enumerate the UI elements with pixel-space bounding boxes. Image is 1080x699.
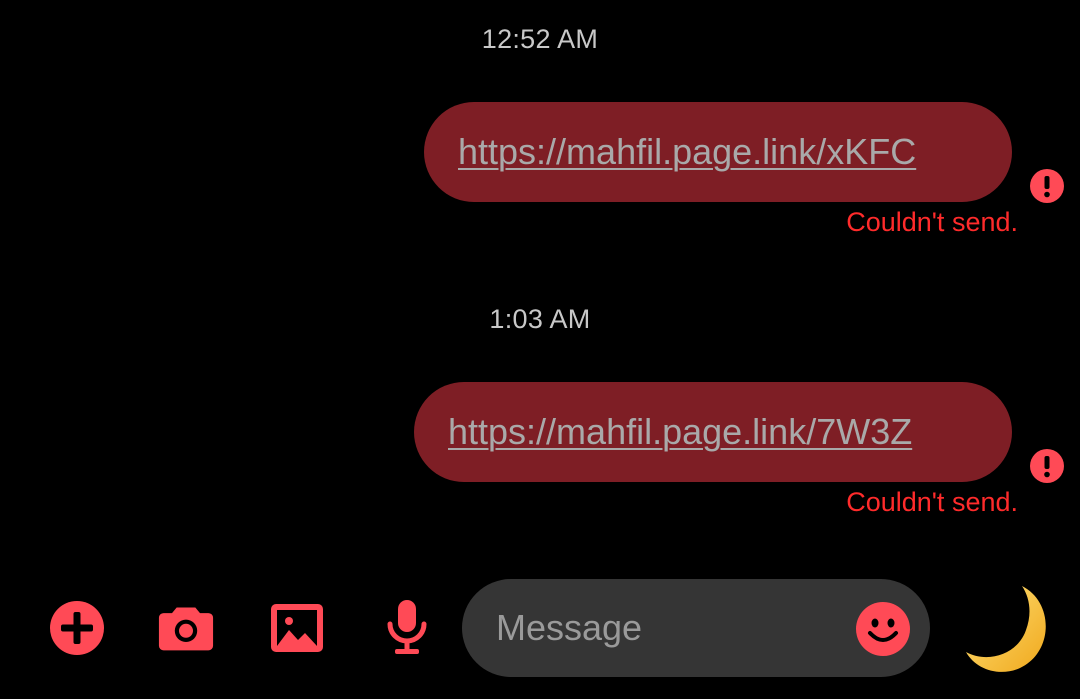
microphone-icon <box>387 600 427 654</box>
add-button[interactable] <box>49 600 105 656</box>
gallery-icon <box>271 604 323 652</box>
camera-button[interactable] <box>158 600 214 656</box>
error-exclamation-icon[interactable] <box>1030 169 1064 203</box>
send-failed-status: Couldn't send. <box>846 207 1018 237</box>
send-failed-status: Couldn't send. <box>846 487 1018 517</box>
microphone-button[interactable] <box>379 600 435 656</box>
emoji-smiley-icon[interactable] <box>856 602 910 656</box>
gallery-button[interactable] <box>269 600 325 656</box>
message-link[interactable]: https://mahfil.page.link/7W3Z <box>448 411 912 453</box>
error-exclamation-icon[interactable] <box>1030 449 1064 483</box>
conversation-screen: 12:52 AM https://mahfil.page.link/xKFC C… <box>0 0 1080 699</box>
add-icon <box>50 601 104 655</box>
message-timestamp: 1:03 AM <box>489 304 591 334</box>
message-link[interactable]: https://mahfil.page.link/xKFC <box>458 131 916 173</box>
camera-icon <box>158 607 214 651</box>
message-bubble[interactable]: https://mahfil.page.link/7W3Z <box>414 382 1012 482</box>
crescent-moon-icon[interactable] <box>962 582 1054 674</box>
message-input[interactable] <box>496 603 836 653</box>
message-bubble[interactable]: https://mahfil.page.link/xKFC <box>424 102 1012 202</box>
message-timestamp: 12:52 AM <box>481 24 599 54</box>
message-composer <box>462 579 930 677</box>
